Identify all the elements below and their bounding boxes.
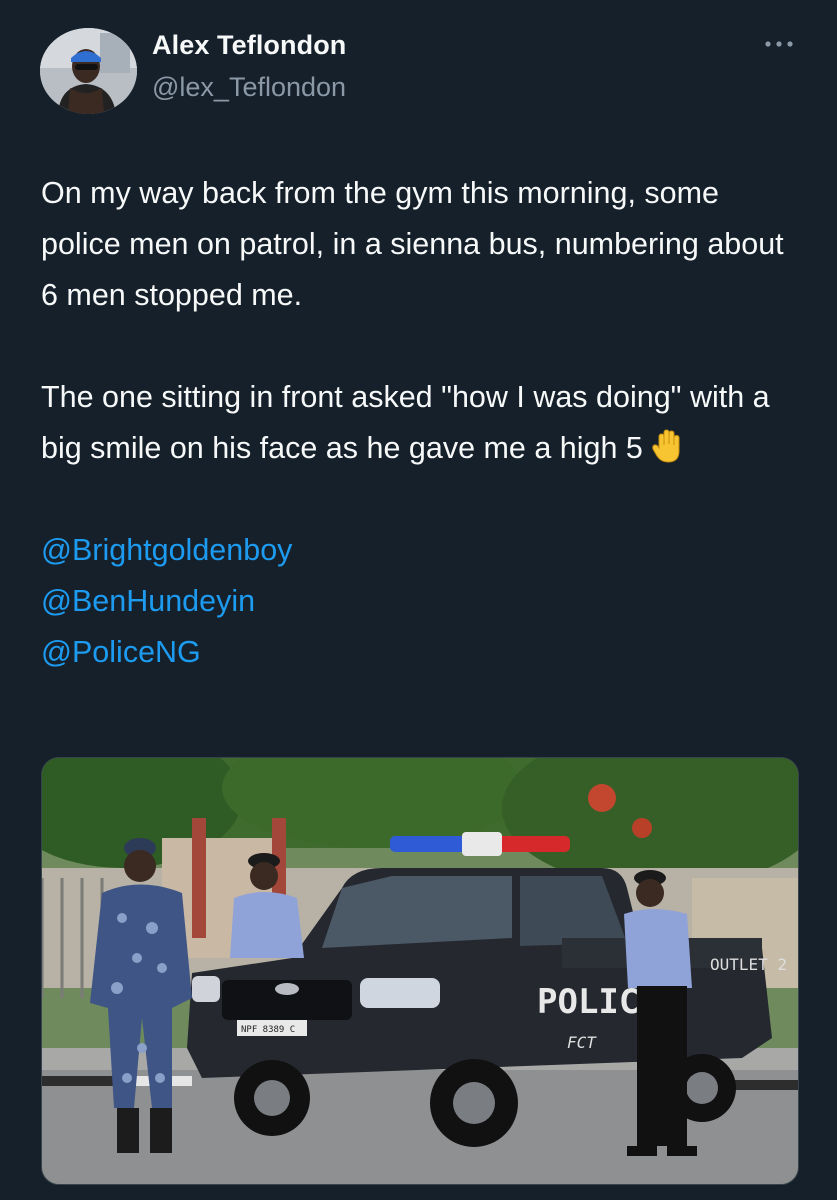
mention-policeng[interactable]: @PoliceNG (41, 627, 801, 678)
vehicle-sub-text: FCT (567, 1033, 597, 1052)
tweet-text: On my way back from the gym this morning… (41, 168, 801, 678)
profile-avatar[interactable] (40, 28, 137, 114)
police-vehicle-photo: POLICE FCT NPF 8389 C OUTLET 2 (42, 758, 798, 1184)
mention-benhundeyin[interactable]: @BenHundeyin (41, 576, 801, 627)
more-options-button[interactable] (761, 30, 797, 58)
author-handle[interactable]: @lex_Teflondon (152, 72, 346, 103)
tweet-paragraph-1-text: On my way back from the gym this morning… (41, 176, 784, 312)
tweet: Alex Teflondon @lex_Teflondon On my way … (0, 0, 837, 1200)
mentions: @Brightgoldenboy @BenHundeyin @PoliceNG (41, 525, 801, 678)
tweet-paragraph-1: On my way back from the gym this morning… (41, 168, 801, 321)
tweet-paragraph-2: The one sitting in front asked "how I wa… (41, 372, 801, 474)
raised-hand-emoji (651, 428, 685, 464)
avatar-image (40, 28, 137, 114)
mention-brightgoldenboy[interactable]: @Brightgoldenboy (41, 525, 801, 576)
author-display-name[interactable]: Alex Teflondon (152, 30, 346, 61)
vehicle-plate-text: NPF 8389 C (241, 1025, 295, 1035)
vehicle-rear-text: OUTLET 2 (710, 955, 787, 974)
tweet-media-photo[interactable]: POLICE FCT NPF 8389 C OUTLET 2 (41, 757, 799, 1185)
more-horizontal-icon (765, 41, 793, 47)
